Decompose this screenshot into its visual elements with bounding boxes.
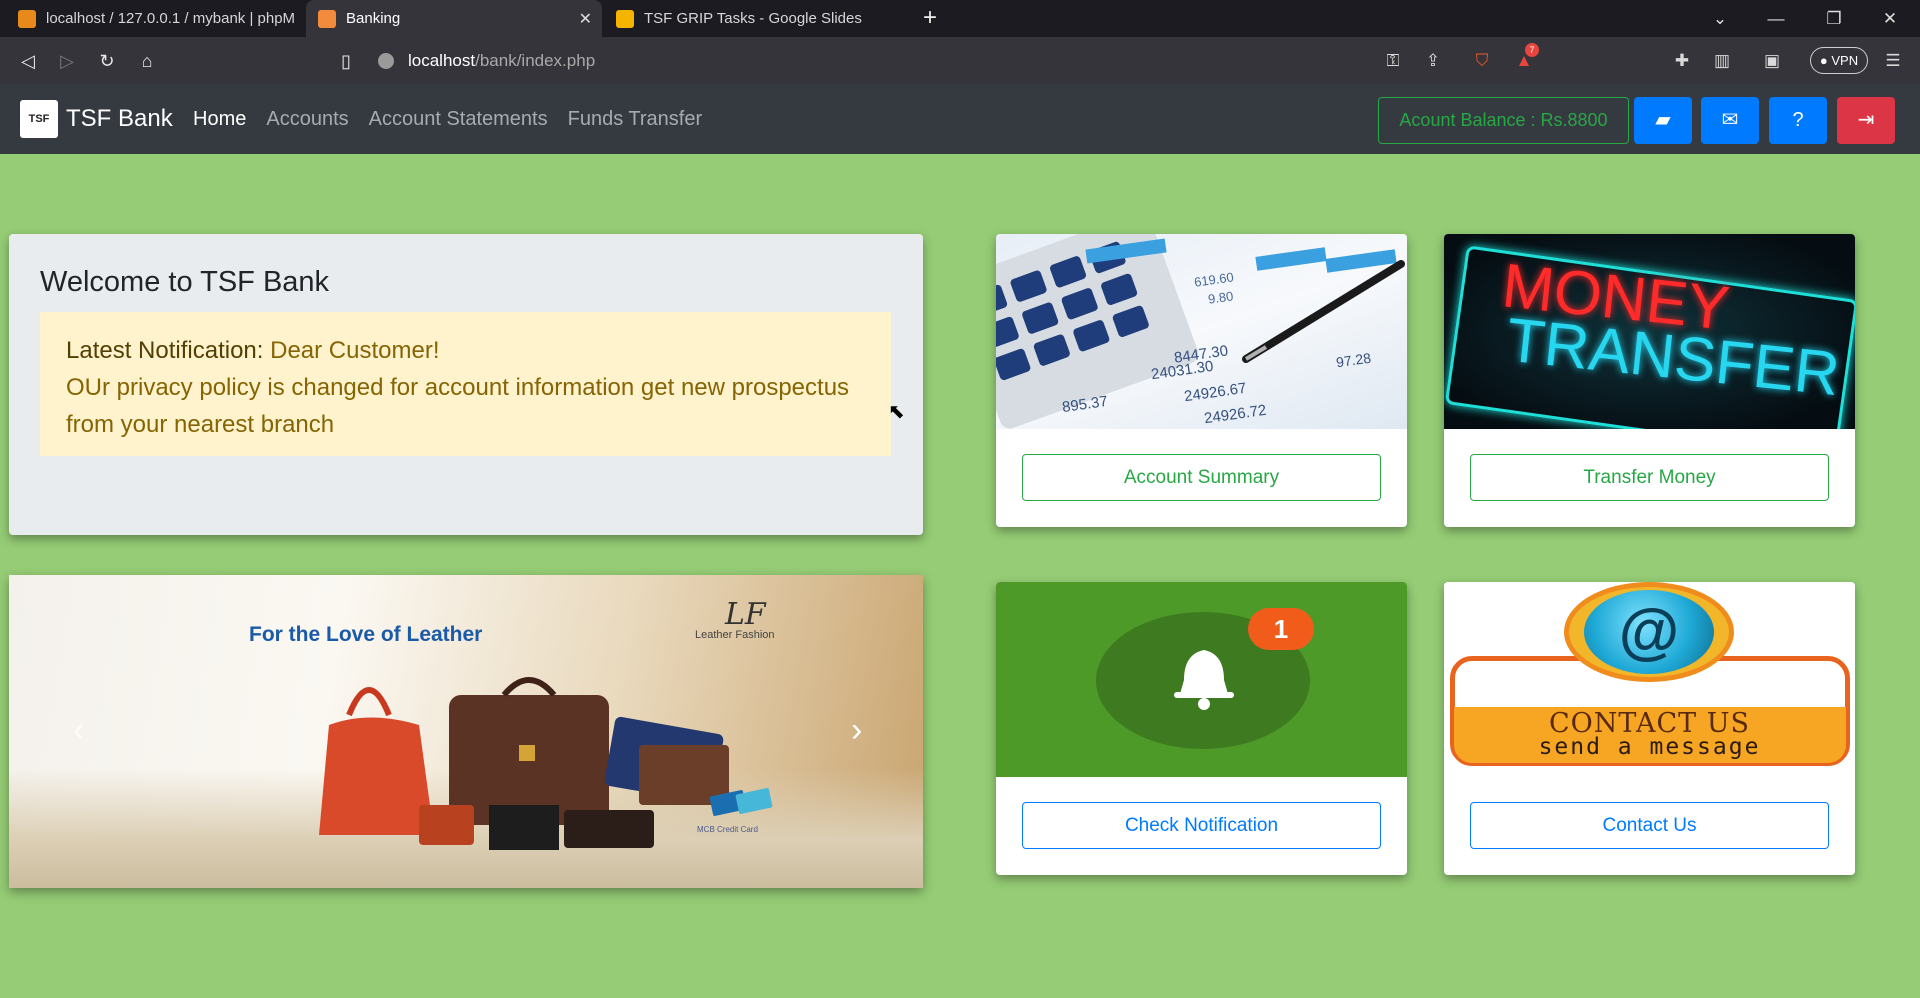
bookmark-icon[interactable]: ▯ [332,47,360,75]
notification-count-badge: 1 [1248,608,1314,650]
tab-label: localhost / 127.0.0.1 / mybank | phpM [46,10,296,27]
transfer-money-card: MONEY TRANSFER Transfer Money [1444,234,1855,527]
new-tab-button[interactable]: + [916,5,944,33]
site-info-icon[interactable] [378,53,394,69]
vpn-label: VPN [1831,53,1859,68]
close-tab-icon[interactable]: ✕ [579,9,592,29]
question-icon: ? [1792,109,1804,131]
book-icon: ▰ [1655,109,1671,131]
nav-account-statements[interactable]: Account Statements [369,108,548,131]
tab-label: Banking [346,10,401,27]
wallet-icon[interactable]: ▣ [1760,49,1784,73]
money-transfer-image: MONEY TRANSFER [1444,234,1855,429]
contact-image: @ CONTACT US send a message [1444,582,1855,777]
welcome-panel: Welcome to TSF Bank Latest Notification:… [9,234,923,535]
carousel-next-icon[interactable]: › [851,711,862,750]
rewards-badge: 7 [1525,43,1539,57]
help-button[interactable]: ? [1769,97,1827,144]
app-navbar: TSF TSF Bank Home Accounts Account State… [0,84,1920,154]
credit-card-image [709,788,773,816]
brave-rewards-icon[interactable]: ▲ 7 [1512,43,1539,73]
send-message-image-text: send a message [1538,734,1761,760]
notification-body: OUr privacy policy is changed for accoun… [66,374,850,438]
nav-home[interactable]: Home [193,108,246,131]
url-host: localhost [408,51,476,70]
close-window-button[interactable]: ✕ [1862,0,1918,37]
carousel-prev-icon[interactable]: ‹ [73,711,84,750]
account-summary-button[interactable]: Account Summary [1022,454,1381,501]
tab-banking[interactable]: Banking ✕ [306,0,602,37]
tab-google-slides[interactable]: TSF GRIP Tasks - Google Slides [604,0,900,37]
promo-carousel: For the Love of Leather LF Leather Fashi… [9,575,923,888]
vpn-button[interactable]: ● VPN [1810,47,1868,74]
sidebar-icon[interactable]: ▥ [1710,49,1734,73]
nav-accounts[interactable]: Accounts [266,108,348,131]
restore-button[interactable]: ❐ [1806,0,1862,37]
forward-icon[interactable]: ▷ [53,47,81,75]
book-button[interactable]: ▰ [1634,97,1692,144]
credit-card-caption: MCB Credit Card [697,825,758,834]
browser-toolbar: ◁ ▷ ↻ ⌂ ▯ localhost/bank/index.php ⚿ ⇪ ⛉… [0,37,1920,84]
browser-tab-bar: localhost / 127.0.0.1 / mybank | phpM Ba… [0,0,1920,37]
menu-icon[interactable]: ☰ [1881,49,1905,73]
check-notification-button[interactable]: Check Notification [1022,802,1381,849]
carousel-headline: For the Love of Leather [249,623,483,646]
tab-label: TSF GRIP Tasks - Google Slides [644,10,862,27]
reload-icon[interactable]: ↻ [93,47,121,75]
transfer-money-button[interactable]: Transfer Money [1470,454,1829,501]
mouse-cursor-icon: ⬉ [888,401,905,423]
bell-icon [1174,650,1234,710]
share-icon[interactable]: ⇪ [1421,49,1445,73]
notification-image: 1 [996,582,1407,777]
logout-button[interactable]: ⇥ [1837,97,1895,144]
tab-phpmyadmin[interactable]: localhost / 127.0.0.1 / mybank | phpM [6,0,302,37]
at-sign-icon: @ [1584,590,1714,674]
key-icon[interactable]: ⚿ [1381,49,1405,73]
sign-out-icon: ⇥ [1857,109,1875,131]
minimize-button[interactable]: — [1748,0,1804,37]
bank-logo: TSF [20,100,58,138]
calculator-image: 619.60 9.80 24031.30 24926.67 895.37 249… [996,234,1407,429]
xampp-icon [318,9,336,28]
slides-icon [616,9,634,28]
back-icon[interactable]: ◁ [14,47,42,75]
brand-name: TSF Bank [66,105,173,132]
contact-us-card: @ CONTACT US send a message Contact Us [1444,582,1855,875]
mail-button[interactable]: ✉ [1701,97,1759,144]
leather-fashion-sub: Leather Fashion [695,629,775,641]
phpmyadmin-icon [18,9,36,28]
brand[interactable]: TSF TSF Bank [20,100,173,138]
nav-funds-transfer[interactable]: Funds Transfer [568,108,703,131]
notification-greeting: Dear Customer! [270,337,440,364]
contact-us-button[interactable]: Contact Us [1470,802,1829,849]
tab-list-icon[interactable]: ⌄ [1692,0,1748,37]
extensions-icon[interactable]: ✚ [1670,49,1694,73]
notification-label: Latest Notification: [66,337,264,364]
envelope-icon: ✉ [1721,109,1739,131]
check-notification-card: 1 Check Notification [996,582,1407,875]
welcome-title: Welcome to TSF Bank [40,266,330,298]
home-icon[interactable]: ⌂ [133,47,161,75]
url-path: /bank/index.php [475,51,596,70]
notification-alert: Latest Notification: Dear Customer! OUr … [40,312,891,456]
nav-links: Home Accounts Account Statements Funds T… [193,108,702,131]
account-balance-button[interactable]: Acount Balance : Rs.8800 [1378,97,1629,144]
brave-shield-icon[interactable]: ⛉ [1470,49,1494,73]
account-summary-card: 619.60 9.80 24031.30 24926.67 895.37 249… [996,234,1407,527]
leather-fashion-logo: LF [725,597,766,632]
address-bar[interactable]: localhost/bank/index.php [378,45,595,77]
